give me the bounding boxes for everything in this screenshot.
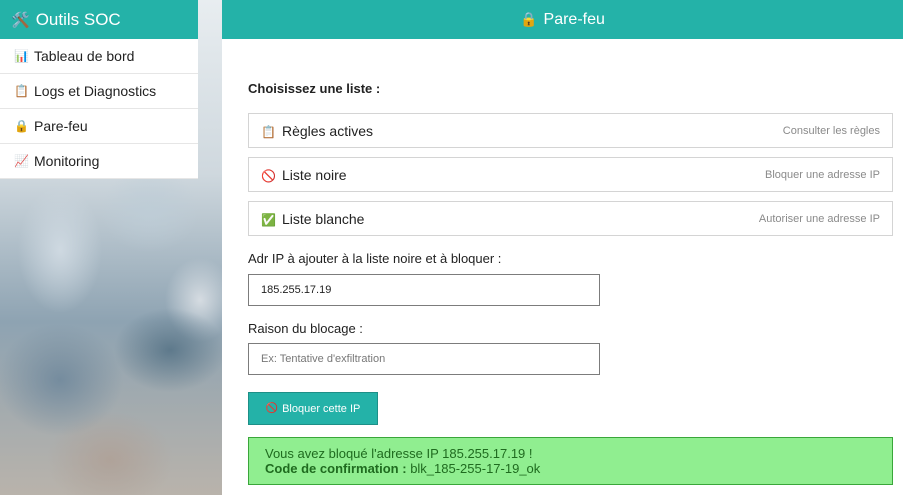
alert-confirmation: Code de confirmation : blk_185-255-17-19… [265,461,876,476]
main-content: Choisissez une liste : 📋 Règles actives C… [222,39,903,495]
sidebar: 🛠️ Outils SOC 📊 Tableau de bord 📋 Logs e… [0,0,198,179]
sidebar-item-label: Pare-feu [34,118,88,134]
sidebar-item-firewall[interactable]: 🔒 Pare-feu [0,109,198,144]
list-option-description: Autoriser une adresse IP [758,212,880,225]
sidebar-item-label: Tableau de bord [34,48,135,64]
tools-icon: 🛠️ [11,11,30,29]
block-ip-button-label: Bloquer cette IP [282,402,361,415]
alert-code-value: blk_185-255-17-19_ok [410,461,541,476]
page-header: 🔒 Pare-feu [222,0,903,39]
list-option-description: Bloquer une adresse IP [765,168,880,181]
success-alert: Vous avez bloqué l'adresse IP 185.255.17… [248,437,893,485]
reason-field-label: Raison du blocage : [248,321,363,336]
sidebar-item-monitoring[interactable]: 📈 Monitoring [0,144,198,179]
choose-list-label: Choisissez une liste : [248,81,381,96]
list-option-name: Règles actives [281,122,373,139]
list-option-blacklist[interactable]: 🚫 Liste noire Bloquer une adresse IP [248,157,893,192]
sidebar-item-dashboard[interactable]: 📊 Tableau de bord [0,39,198,74]
list-option-whitelist[interactable]: ✅ Liste blanche Autoriser une adresse IP [248,201,893,236]
reason-input[interactable] [248,343,600,375]
list-option-description: Consulter les règles [782,124,880,137]
sidebar-title: Outils SOC [35,9,121,29]
prohibited-icon: 🚫 [265,403,279,414]
sidebar-item-label: Logs et Diagnostics [34,83,157,99]
alert-message: Vous avez bloqué l'adresse IP 185.255.17… [265,446,533,461]
list-option-active-rules[interactable]: 📋 Règles actives Consulter les règles [248,113,893,148]
ip-address-input[interactable] [248,274,600,306]
page-title: Pare-feu [543,10,605,28]
lock-icon: 🔒 [520,11,538,27]
sidebar-item-logs[interactable]: 📋 Logs et Diagnostics [0,74,198,109]
clipboard-icon: 📋 [14,84,29,98]
bar-chart-icon: 📊 [14,49,29,63]
alert-code-label: Code de confirmation : [265,461,407,476]
prohibited-icon: 🚫 [261,168,276,183]
sidebar-item-label: Monitoring [34,153,100,169]
trending-up-icon: 📈 [14,154,29,168]
block-ip-button[interactable]: 🚫 Bloquer cette IP [248,392,378,425]
check-mark-icon: ✅ [261,212,276,227]
clipboard-icon: 📋 [261,124,276,139]
list-option-name: Liste blanche [281,210,365,227]
lock-icon: 🔒 [14,119,29,133]
sidebar-header: 🛠️ Outils SOC [0,0,198,39]
ip-field-label: Adr IP à ajouter à la liste noire et à b… [248,251,502,266]
list-option-name: Liste noire [281,166,347,183]
